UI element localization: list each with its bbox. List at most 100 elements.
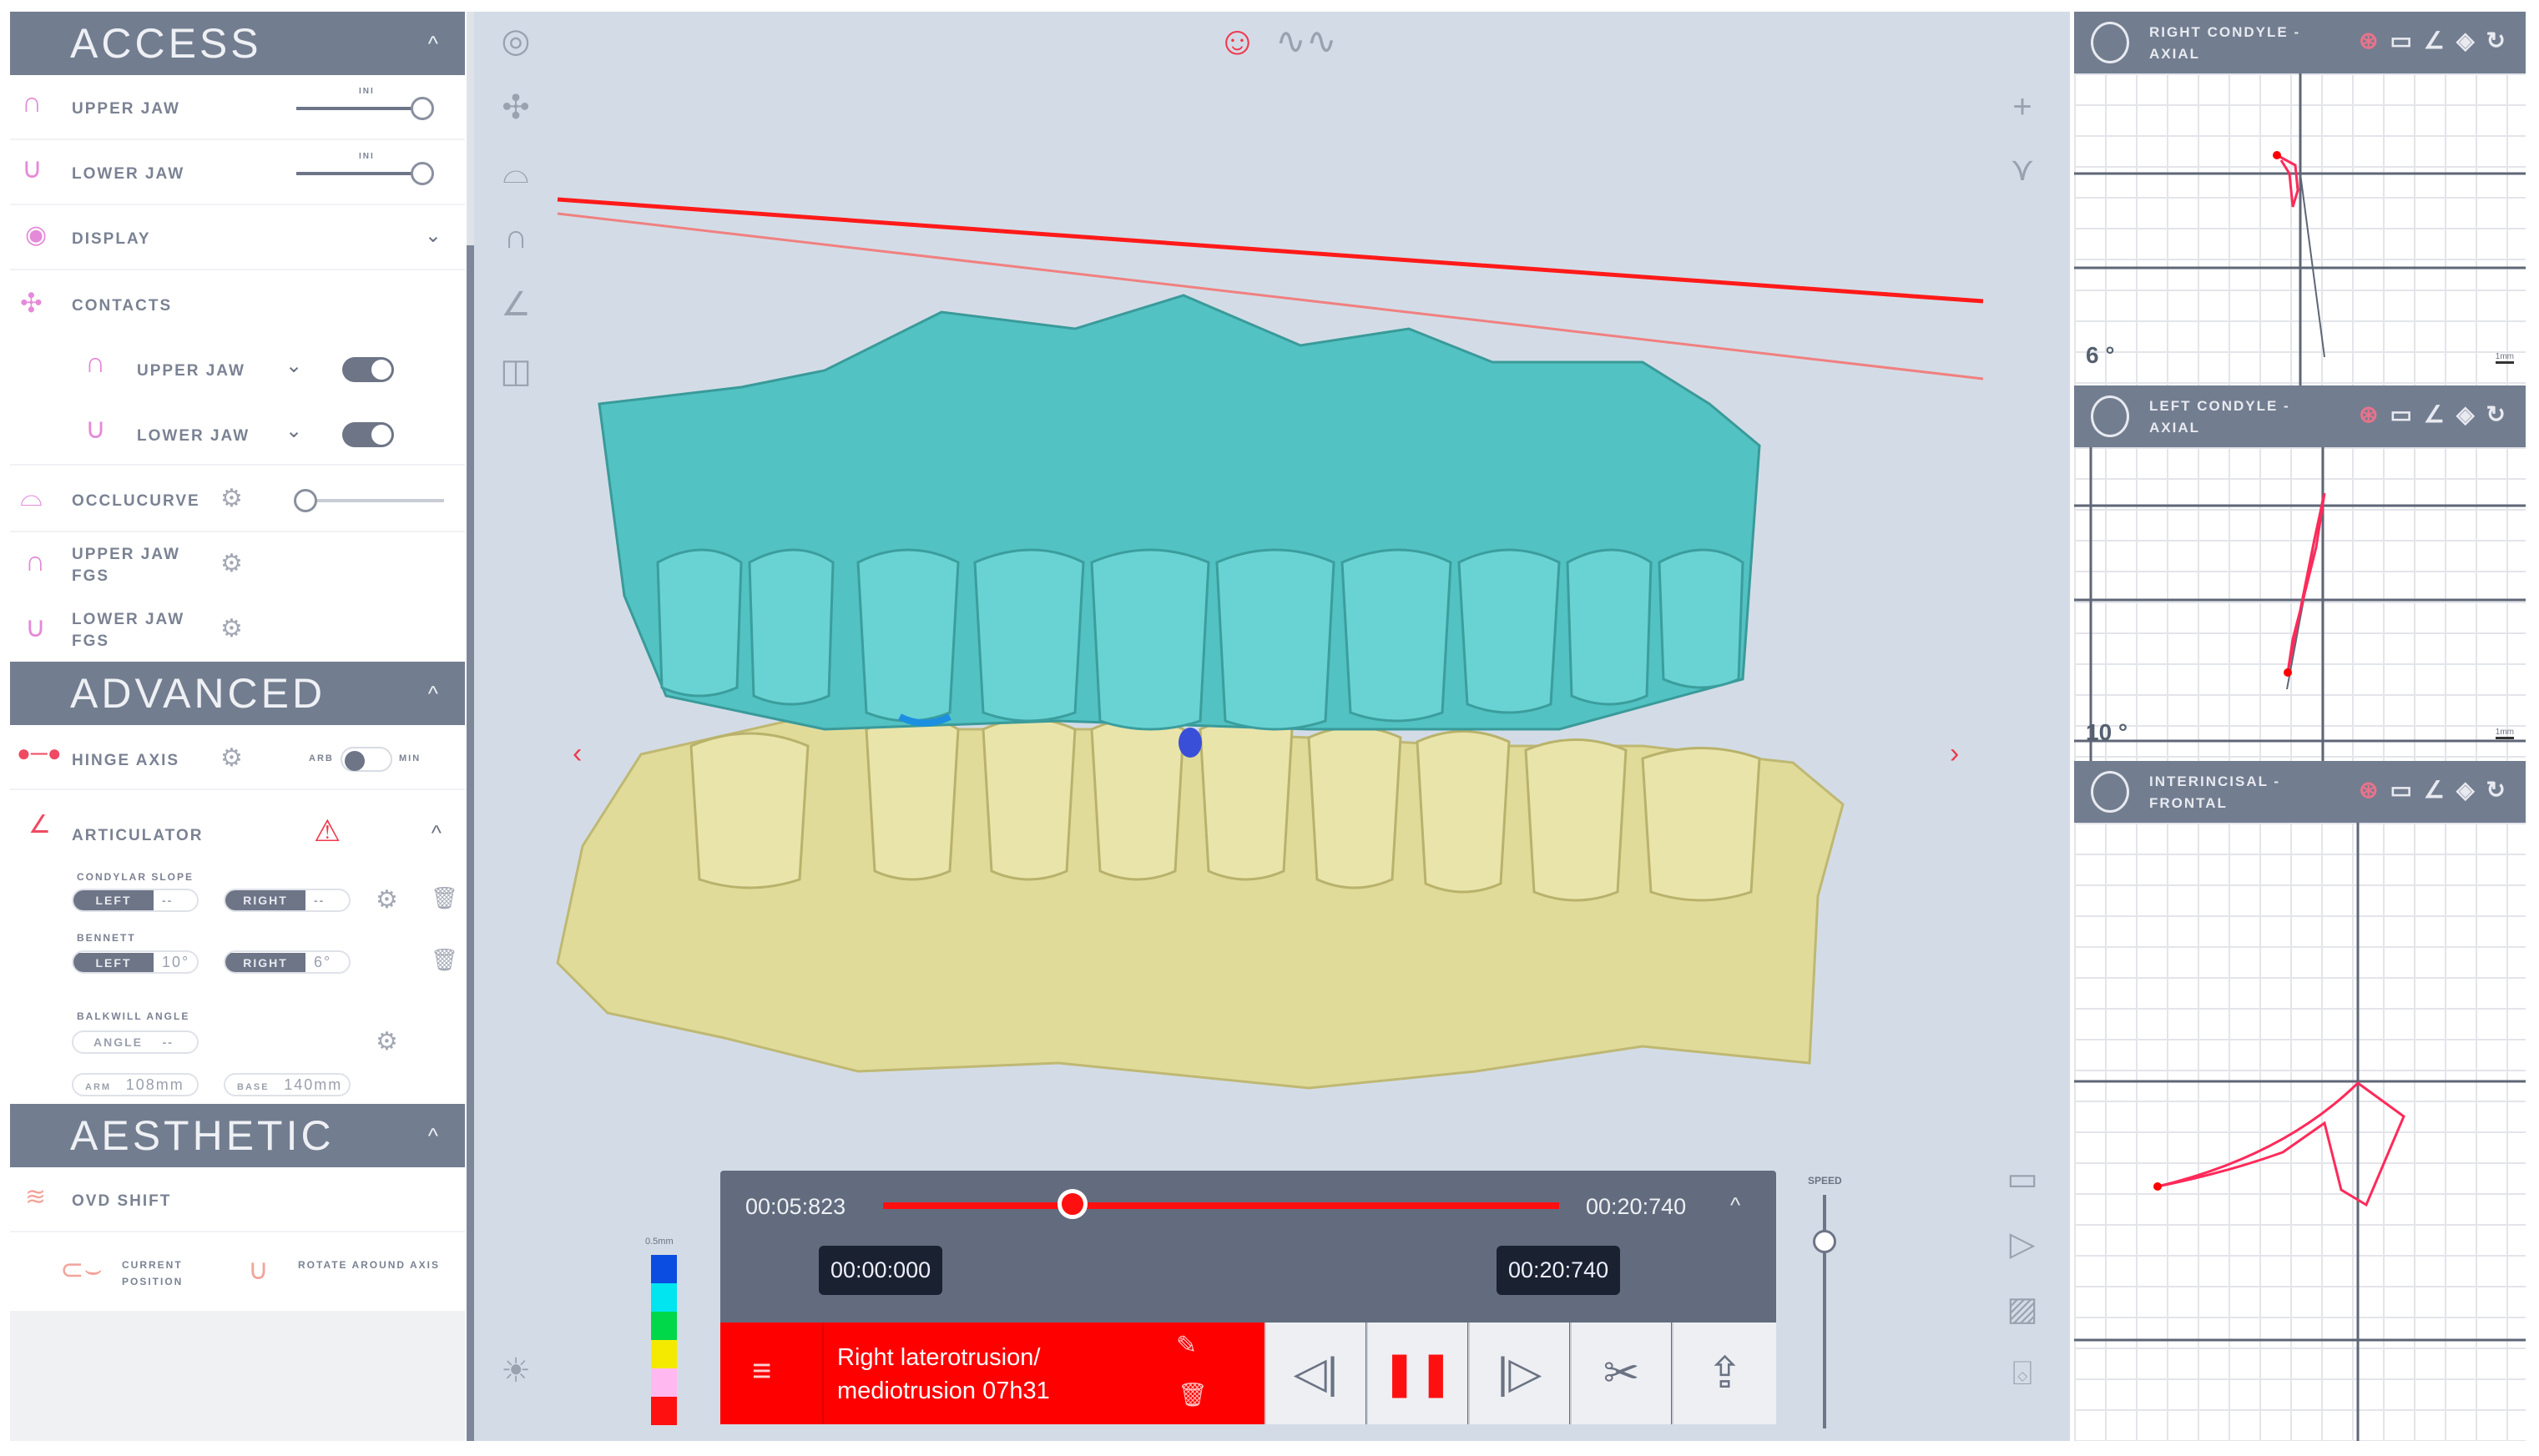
step-back-button[interactable]: ◁| (1264, 1322, 1365, 1424)
balkwill-angle-field[interactable]: ANGLE -- (72, 1030, 199, 1054)
access-header[interactable]: ACCESS ^ (10, 12, 465, 75)
speed-slider-knob[interactable] (1813, 1230, 1836, 1253)
lower-jaw-icon: ∪ (22, 153, 43, 184)
left-condyle-header: LEFT CONDYLE - AXIAL ⊛▭∠◈↻ (2074, 385, 2526, 447)
upper-contacts-toggle[interactable] (342, 357, 394, 382)
arm-field[interactable]: ARM 108mm (72, 1073, 199, 1096)
head-icon[interactable]: ☺ (1217, 18, 1258, 64)
graph-tools[interactable]: ⊛▭∠◈↻ (2359, 27, 2517, 54)
upper-jaw-icon: ∩ (22, 87, 43, 118)
interincisal-header: INTERINCISAL - FRONTAL ⊛▭∠◈↻ (2074, 761, 2526, 823)
display-row[interactable]: ◉ DISPLAY ⌄ (10, 205, 465, 270)
video-icon[interactable]: ▷ (1997, 1225, 2047, 1263)
occlucurve-slider[interactable] (302, 499, 444, 502)
legend-swatch (651, 1283, 677, 1312)
jaw-motion-icon[interactable]: ⋎ (1997, 150, 2047, 189)
playhead[interactable] (1057, 1189, 1088, 1219)
start-marker[interactable]: 00:00:000 (819, 1246, 943, 1295)
occlucurve-tool-icon[interactable]: ⌓ (491, 154, 541, 191)
image-icon[interactable]: ▨ (1997, 1290, 2047, 1328)
step-forward-button[interactable]: |▷ (1468, 1322, 1569, 1424)
jaw-tool-icon[interactable]: ∩ (491, 219, 541, 256)
occlucurve-row: ⌓ OCCLUCURVE ⚙ (10, 467, 465, 532)
motion-icon[interactable]: ∿∿ (1275, 20, 1337, 63)
cut-button[interactable]: ✂ (1570, 1322, 1671, 1424)
eye-tool-icon[interactable]: ◎ (491, 22, 541, 60)
rotate-around-axis-button[interactable]: ∪ ROTATE AROUND AXIS (240, 1253, 457, 1295)
eye-icon: ◉ (25, 221, 48, 249)
folder-icon[interactable]: ▭ (1997, 1160, 2047, 1198)
menu-icon[interactable]: ≡ (752, 1353, 771, 1390)
speed-label: SPEED (1808, 1175, 1842, 1186)
graph-tools[interactable]: ⊛▭∠◈↻ (2359, 776, 2517, 804)
pause-button[interactable]: ❚❚ (1366, 1322, 1467, 1424)
upper-jaw-opacity-slider[interactable] (296, 107, 421, 110)
contacts-tool-icon[interactable]: ✣ (491, 88, 541, 127)
trash-icon[interactable]: 🗑 (1178, 1381, 1208, 1408)
recording-name: Right laterotrusion/ mediotrusion 07h31 (837, 1344, 1050, 1404)
graph-tools[interactable]: ⊛▭∠◈↻ (2359, 401, 2517, 428)
settings-icon[interactable]: ⚙ (376, 885, 398, 914)
warning-icon[interactable]: ⚠ (314, 814, 341, 849)
chevron-down-icon[interactable]: ⌄ (285, 354, 302, 378)
recording-item[interactable]: ≡ Right laterotrusion/ mediotrusion 07h3… (720, 1322, 1264, 1424)
advanced-header[interactable]: ADVANCED ^ (10, 662, 465, 725)
lower-jaw-icon: ∪ (85, 413, 106, 445)
condylar-left-field[interactable]: LEFT -- (72, 889, 199, 912)
bennett-left-field[interactable]: LEFT 10° (72, 950, 199, 974)
aesthetic-header[interactable]: AESTHETIC ^ (10, 1104, 465, 1167)
hinge-axis-toggle[interactable] (341, 747, 392, 772)
next-view-arrow[interactable]: › (1950, 738, 1959, 770)
light-icon[interactable]: ☀ (491, 1352, 541, 1390)
timeline-track[interactable] (883, 1202, 1559, 1209)
book-icon[interactable]: ⌺ (1997, 1355, 2047, 1393)
chevron-down-icon[interactable]: ⌄ (425, 224, 442, 248)
condylar-right-field[interactable]: RIGHT -- (224, 889, 351, 912)
slider-knob[interactable] (294, 489, 317, 512)
lower-jaw-opacity-slider[interactable] (296, 172, 421, 175)
slider-knob[interactable] (411, 162, 434, 185)
end-marker[interactable]: 00:20:740 (1497, 1246, 1621, 1295)
chevron-down-icon[interactable]: ⌄ (285, 419, 302, 443)
export-button[interactable]: ⇪ (1672, 1322, 1776, 1424)
lower-contacts-toggle[interactable] (342, 422, 394, 447)
head-outline-icon (2091, 395, 2129, 437)
settings-icon[interactable]: ⚙ (220, 614, 243, 643)
crosshair-icon[interactable]: + (1997, 88, 2047, 126)
chevron-up-icon[interactable]: ^ (428, 1104, 442, 1167)
scrollbar[interactable] (467, 12, 474, 1441)
interincisal-graph[interactable] (2074, 823, 2526, 1441)
contacts-section: ✣ CONTACTS ∩ UPPER JAW ⌄ ∪ LOWER JAW ⌄ (10, 270, 465, 466)
occlusal-plane-line (557, 197, 1984, 304)
bennett-right-field[interactable]: RIGHT 6° (224, 950, 351, 974)
ovd-shift-row[interactable]: ≋ OVD SHIFT (10, 1167, 465, 1232)
right-condyle-graph[interactable]: 6 ° 1mm (2074, 73, 2526, 385)
model-tool-icon[interactable]: ◫ (491, 352, 541, 390)
left-condyle-graph[interactable]: 10 ° 1mm (2074, 447, 2526, 761)
panel-footer (10, 1311, 465, 1441)
collapse-chevron-icon[interactable]: ^ (1730, 1192, 1740, 1218)
settings-icon[interactable]: ⚙ (220, 743, 243, 773)
ovd-shift-icon: ≋ (25, 1183, 47, 1211)
chevron-up-icon[interactable]: ^ (432, 820, 442, 846)
chevron-up-icon[interactable]: ^ (428, 662, 442, 725)
upper-jaw-row: ∩ UPPER JAW INI (10, 75, 465, 140)
angle-tool-icon[interactable]: ∠ (491, 285, 541, 324)
contact-color-legend (651, 1255, 677, 1425)
settings-icon[interactable]: ⚙ (376, 1027, 398, 1056)
lower-jaw-row: ∪ LOWER JAW INI (10, 140, 465, 205)
trash-icon[interactable]: 🗑 (431, 885, 458, 911)
right-condyle-header: RIGHT CONDYLE - AXIAL ⊛▭∠◈↻ (2074, 12, 2526, 73)
slider-knob[interactable] (411, 97, 434, 120)
current-position-button[interactable]: ⊂⌣ CURRENT POSITION (52, 1253, 219, 1295)
base-field[interactable]: BASE 140mm (224, 1073, 351, 1096)
hinge-axis-icon: ●─● (17, 740, 62, 766)
previous-view-arrow[interactable]: ‹ (573, 738, 582, 770)
chevron-up-icon[interactable]: ^ (428, 12, 442, 75)
settings-icon[interactable]: ⚙ (220, 549, 243, 578)
contacts-icon: ✣ (20, 288, 43, 318)
timeline-panel: 00:05:823 00:20:740 ^ 00:00:000 00:20:74… (720, 1171, 1776, 1424)
edit-icon[interactable]: ✎ (1176, 1331, 1197, 1360)
settings-icon[interactable]: ⚙ (220, 484, 243, 513)
trash-icon[interactable]: 🗑 (431, 947, 458, 973)
